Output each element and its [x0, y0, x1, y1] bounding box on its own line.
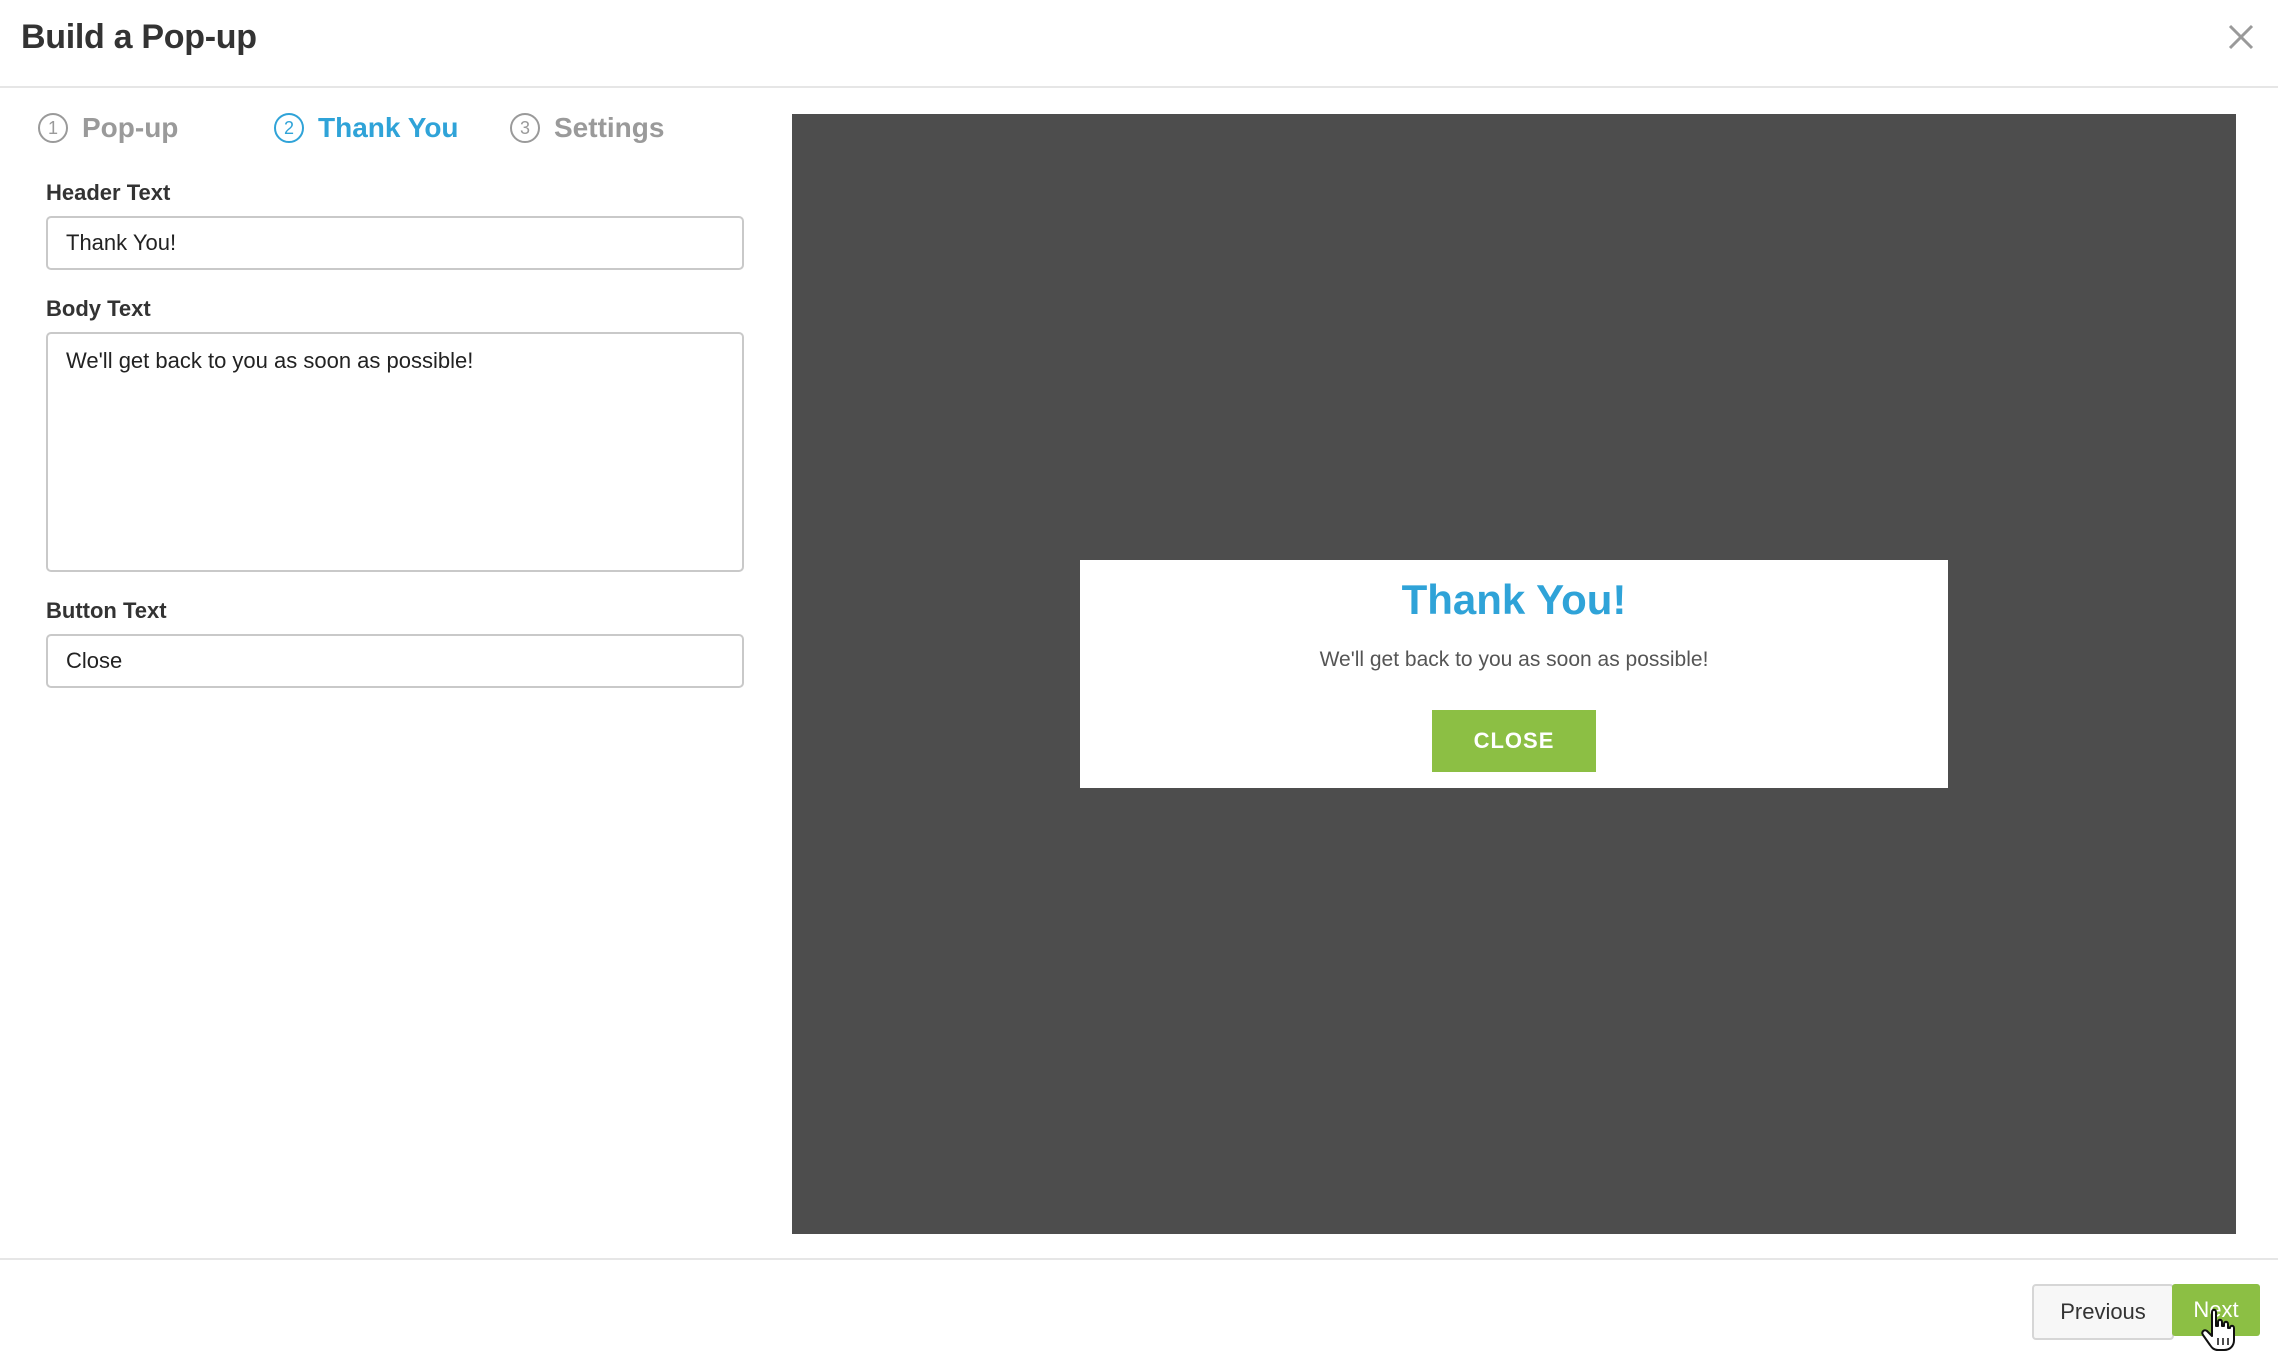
- step-thank-you[interactable]: 2 Thank You: [274, 112, 459, 144]
- hand-cursor-icon: [2201, 1308, 2235, 1351]
- body-text-input[interactable]: We'll get back to you as soon as possibl…: [46, 332, 744, 572]
- step-number-1: 1: [38, 113, 68, 143]
- body-text-label: Body Text: [46, 296, 151, 321]
- step-number-3: 3: [510, 113, 540, 143]
- button-text-label: Button Text: [46, 598, 167, 623]
- modal-footer: Previous Next: [0, 1258, 2278, 1354]
- step-settings[interactable]: 3 Settings: [510, 112, 664, 144]
- previous-button[interactable]: Previous: [2032, 1284, 2174, 1340]
- step-label-thank-you: Thank You: [318, 112, 459, 143]
- close-icon[interactable]: [2224, 20, 2258, 54]
- header-text-input[interactable]: [46, 216, 744, 270]
- header-text-label: Header Text: [46, 180, 171, 205]
- preview-popup-card: Thank You! We'll get back to you as soon…: [1080, 560, 1948, 788]
- step-label-settings: Settings: [554, 112, 665, 143]
- preview-title: Thank You!: [1401, 576, 1627, 623]
- step-popup[interactable]: 1 Pop-up: [38, 112, 178, 144]
- step-number-2: 2: [274, 113, 304, 143]
- preview-close-button[interactable]: CLOSE: [1432, 710, 1596, 772]
- button-text-input[interactable]: [46, 634, 744, 688]
- preview-body: We'll get back to you as soon as possibl…: [1319, 648, 1709, 671]
- modal-title: Build a Pop-up: [21, 18, 257, 56]
- step-label-popup: Pop-up: [82, 112, 179, 143]
- modal-header: Build a Pop-up: [0, 0, 2278, 88]
- popup-preview: Thank You! We'll get back to you as soon…: [792, 114, 2236, 1234]
